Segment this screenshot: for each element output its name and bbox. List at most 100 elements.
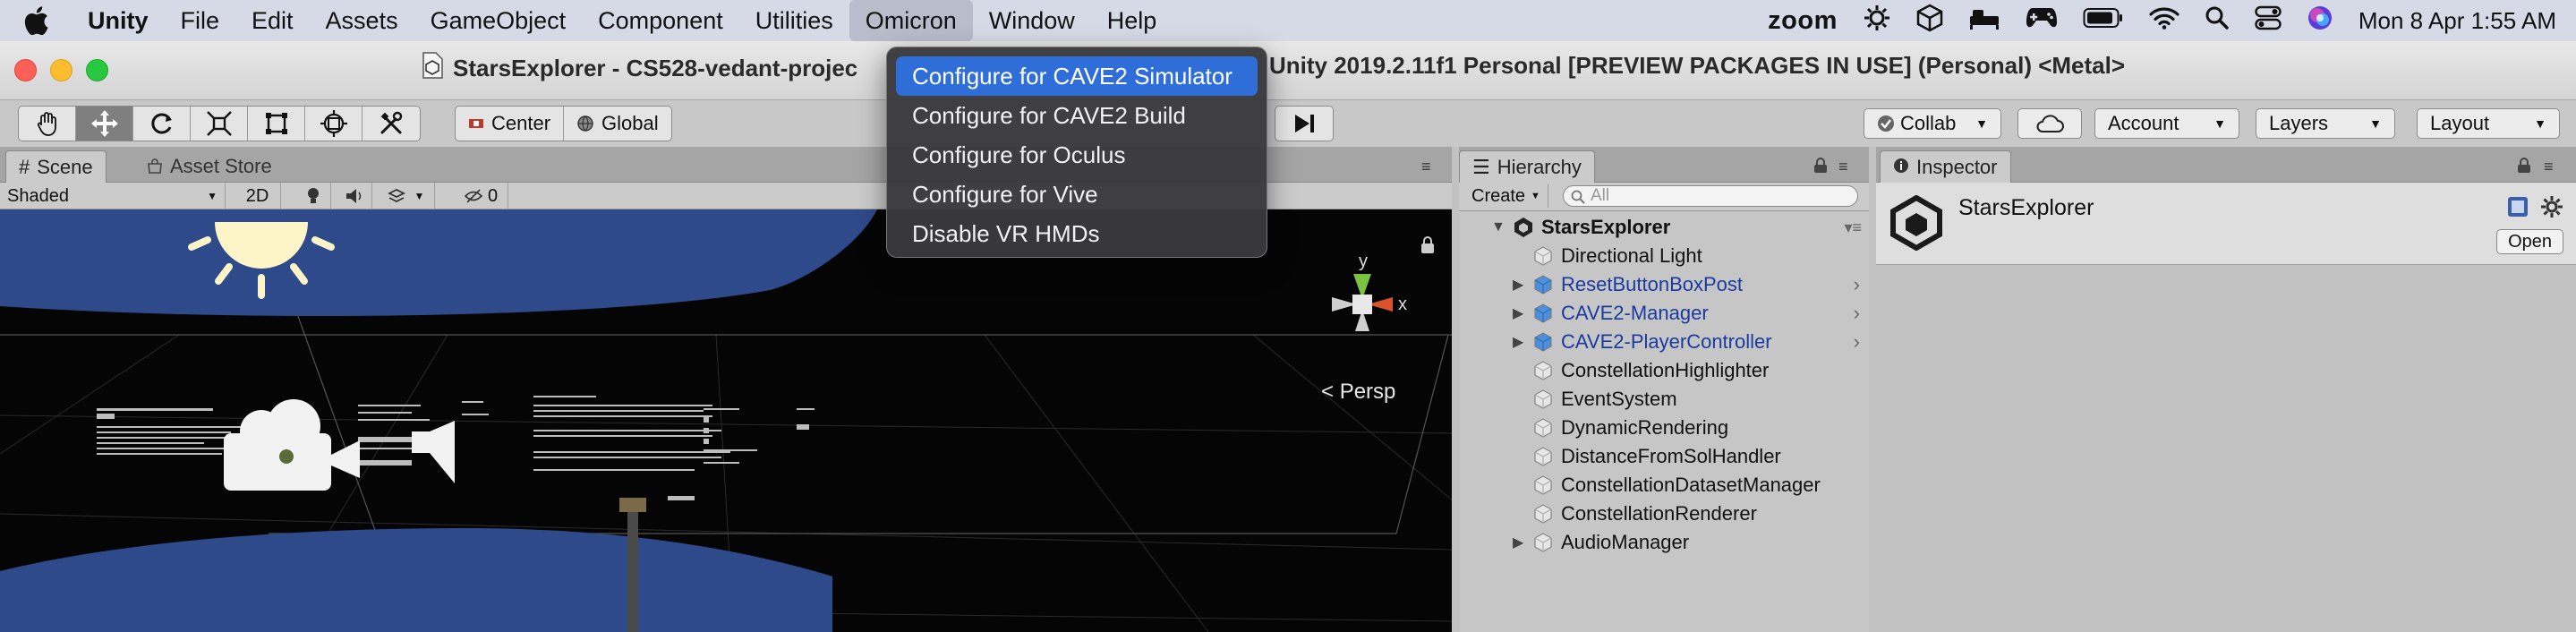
hierarchy-item[interactable]: Directional Light xyxy=(1459,242,1869,270)
hidden-objects-toggle[interactable]: 0 xyxy=(455,183,508,209)
expand-arrow-icon[interactable]: ▼ xyxy=(1491,219,1506,235)
hierarchy-panel-menu-icon[interactable]: ≡ xyxy=(1838,158,1848,176)
hand-tool-button[interactable] xyxy=(19,107,76,141)
scene-viewport-graphics: y x xyxy=(0,209,1452,632)
chevron-right-icon[interactable]: › xyxy=(1854,273,1860,296)
perspective-label[interactable]: < Persp xyxy=(1321,380,1395,405)
scene-view[interactable]: y x < Persp xyxy=(0,209,1452,632)
tab-hierarchy[interactable]: ☰ Hierarchy xyxy=(1459,150,1595,183)
lighting-toggle[interactable] xyxy=(295,183,331,209)
shading-mode-dropdown[interactable]: Shaded ▼ xyxy=(0,183,226,209)
toggle-2d-button[interactable]: 2D xyxy=(235,183,281,209)
expand-arrow-icon[interactable]: ▶ xyxy=(1513,276,1523,294)
hierarchy-root-row[interactable]: ▼ StarsExplorer ▾≡ xyxy=(1459,213,1869,242)
collab-dropdown[interactable]: Collab ▼ xyxy=(1864,108,2001,139)
move-tool-button[interactable] xyxy=(76,107,133,141)
hierarchy-item[interactable]: ConstellationHighlighter xyxy=(1459,356,1869,385)
omicron-menu-item[interactable]: Configure for Oculus xyxy=(896,135,1258,175)
gameobject-cube-icon xyxy=(1534,504,1552,524)
rect-tool-button[interactable] xyxy=(248,107,305,141)
hierarchy-item[interactable]: ▶ CAVE2-Manager › xyxy=(1459,299,1869,328)
bed-icon[interactable] xyxy=(1968,5,2000,37)
hierarchy-item-label: EventSystem xyxy=(1561,388,1677,410)
help-book-icon[interactable] xyxy=(2506,195,2529,223)
layers-dropdown[interactable]: Layers ▼ xyxy=(2256,108,2395,139)
menu-gameobject[interactable]: GameObject xyxy=(414,0,583,41)
hierarchy-item[interactable]: DistanceFromSolHandler xyxy=(1459,442,1869,471)
hierarchy-lock-icon[interactable] xyxy=(1813,158,1828,178)
settings-gear-icon[interactable] xyxy=(2540,195,2563,223)
inspector-lock-icon[interactable] xyxy=(2517,158,2531,178)
menu-clock[interactable]: Mon 8 Apr 1:55 AM xyxy=(2358,7,2556,35)
expand-arrow-icon[interactable]: ▶ xyxy=(1513,333,1523,351)
hierarchy-item[interactable]: ▶ ResetButtonBoxPost › xyxy=(1459,270,1869,299)
effects-dropdown[interactable]: ▼ xyxy=(378,183,435,209)
step-button[interactable] xyxy=(1275,107,1333,141)
expand-arrow-icon[interactable]: ▶ xyxy=(1513,304,1523,322)
scene-options-icon[interactable]: ▾≡ xyxy=(1844,218,1862,237)
chevron-down-icon: ▼ xyxy=(207,190,218,202)
menu-utilities[interactable]: Utilities xyxy=(739,0,849,41)
omicron-menu-item[interactable]: Configure for CAVE2 Simulator xyxy=(896,56,1258,96)
pivot-center-label: Center xyxy=(491,112,551,134)
window-minimize-button[interactable] xyxy=(50,59,73,81)
chevron-right-icon[interactable]: › xyxy=(1854,302,1860,325)
window-close-button[interactable] xyxy=(14,59,37,81)
omicron-menu-item[interactable]: Configure for Vive xyxy=(896,175,1258,214)
create-dropdown[interactable]: Create ▼ xyxy=(1464,184,1548,208)
menu-help[interactable]: Help xyxy=(1091,0,1173,41)
window-zoom-button[interactable] xyxy=(86,59,108,81)
omicron-menu-item[interactable]: Configure for CAVE2 Build xyxy=(896,96,1258,135)
hierarchy-search-input[interactable]: All xyxy=(1563,185,1858,207)
wifi-icon[interactable] xyxy=(2149,6,2179,36)
inspector-header: StarsExplorer Open xyxy=(1876,183,2576,265)
chevron-right-icon[interactable]: › xyxy=(1854,330,1860,354)
unity-cube-icon[interactable] xyxy=(1916,4,1943,38)
menu-component[interactable]: Component xyxy=(582,0,739,41)
expand-arrow-icon[interactable]: ▶ xyxy=(1513,534,1523,551)
omicron-menu-item[interactable]: Disable VR HMDs xyxy=(896,214,1258,253)
layout-dropdown[interactable]: Layout ▼ xyxy=(2417,108,2560,139)
inspector-panel-menu-icon[interactable]: ≡ xyxy=(2544,158,2554,176)
audio-toggle[interactable] xyxy=(337,183,372,209)
gamepad-icon[interactable] xyxy=(2026,6,2058,36)
scale-tool-button[interactable] xyxy=(191,107,248,141)
menu-assets[interactable]: Assets xyxy=(310,0,414,41)
menu-edit[interactable]: Edit xyxy=(235,0,310,41)
inspector-open-button[interactable]: Open xyxy=(2496,229,2563,254)
tab-asset-store[interactable]: Asset Store xyxy=(134,150,285,183)
tab-inspector[interactable]: Inspector xyxy=(1880,150,2011,183)
hierarchy-item-label: DistanceFromSolHandler xyxy=(1561,445,1781,467)
siri-icon[interactable] xyxy=(2307,4,2333,38)
spotlight-search-icon[interactable] xyxy=(2205,5,2230,37)
gear-icon[interactable] xyxy=(1863,4,1891,38)
transform-tool-button[interactable] xyxy=(305,107,363,141)
cloud-button[interactable] xyxy=(2017,108,2082,139)
custom-tool-button[interactable] xyxy=(363,107,420,141)
hierarchy-item[interactable]: EventSystem xyxy=(1459,385,1869,414)
hierarchy-item[interactable]: ConstellationRenderer xyxy=(1459,500,1869,528)
hierarchy-tree: ▼ StarsExplorer ▾≡ Directional Light ▶ Res… xyxy=(1459,211,1869,632)
menu-window[interactable]: Window xyxy=(973,0,1091,41)
pivot-center-toggle[interactable]: Center xyxy=(456,107,565,141)
gameobject-cube-icon xyxy=(1534,303,1552,323)
menu-omicron[interactable]: Omicron xyxy=(849,0,973,41)
hierarchy-item[interactable]: ConstellationDatasetManager xyxy=(1459,471,1869,500)
apple-icon[interactable] xyxy=(0,5,72,36)
hidden-eye-icon xyxy=(464,189,482,203)
menu-file[interactable]: File xyxy=(165,0,236,41)
rotate-tool-button[interactable] xyxy=(133,107,191,141)
tab-scene[interactable]: # Scene xyxy=(5,150,107,183)
scene-panel-menu-icon[interactable]: ≡ xyxy=(1421,158,1431,176)
menu-app-unity[interactable]: Unity xyxy=(72,0,165,41)
hierarchy-item[interactable]: ▶ AudioManager xyxy=(1459,528,1869,557)
account-dropdown[interactable]: Account ▼ xyxy=(2094,108,2239,139)
pivot-global-toggle[interactable]: Global xyxy=(564,107,671,141)
hierarchy-item[interactable]: ▶ CAVE2-PlayerController › xyxy=(1459,328,1869,356)
control-center-icon[interactable] xyxy=(2255,5,2282,37)
zoom-menu-extra[interactable]: zoom xyxy=(1768,6,1838,36)
hierarchy-item-label: CAVE2-PlayerController xyxy=(1561,330,1772,353)
chevron-down-icon: ▼ xyxy=(414,190,425,202)
battery-icon[interactable] xyxy=(2083,7,2124,35)
hierarchy-item[interactable]: DynamicRendering xyxy=(1459,414,1869,442)
